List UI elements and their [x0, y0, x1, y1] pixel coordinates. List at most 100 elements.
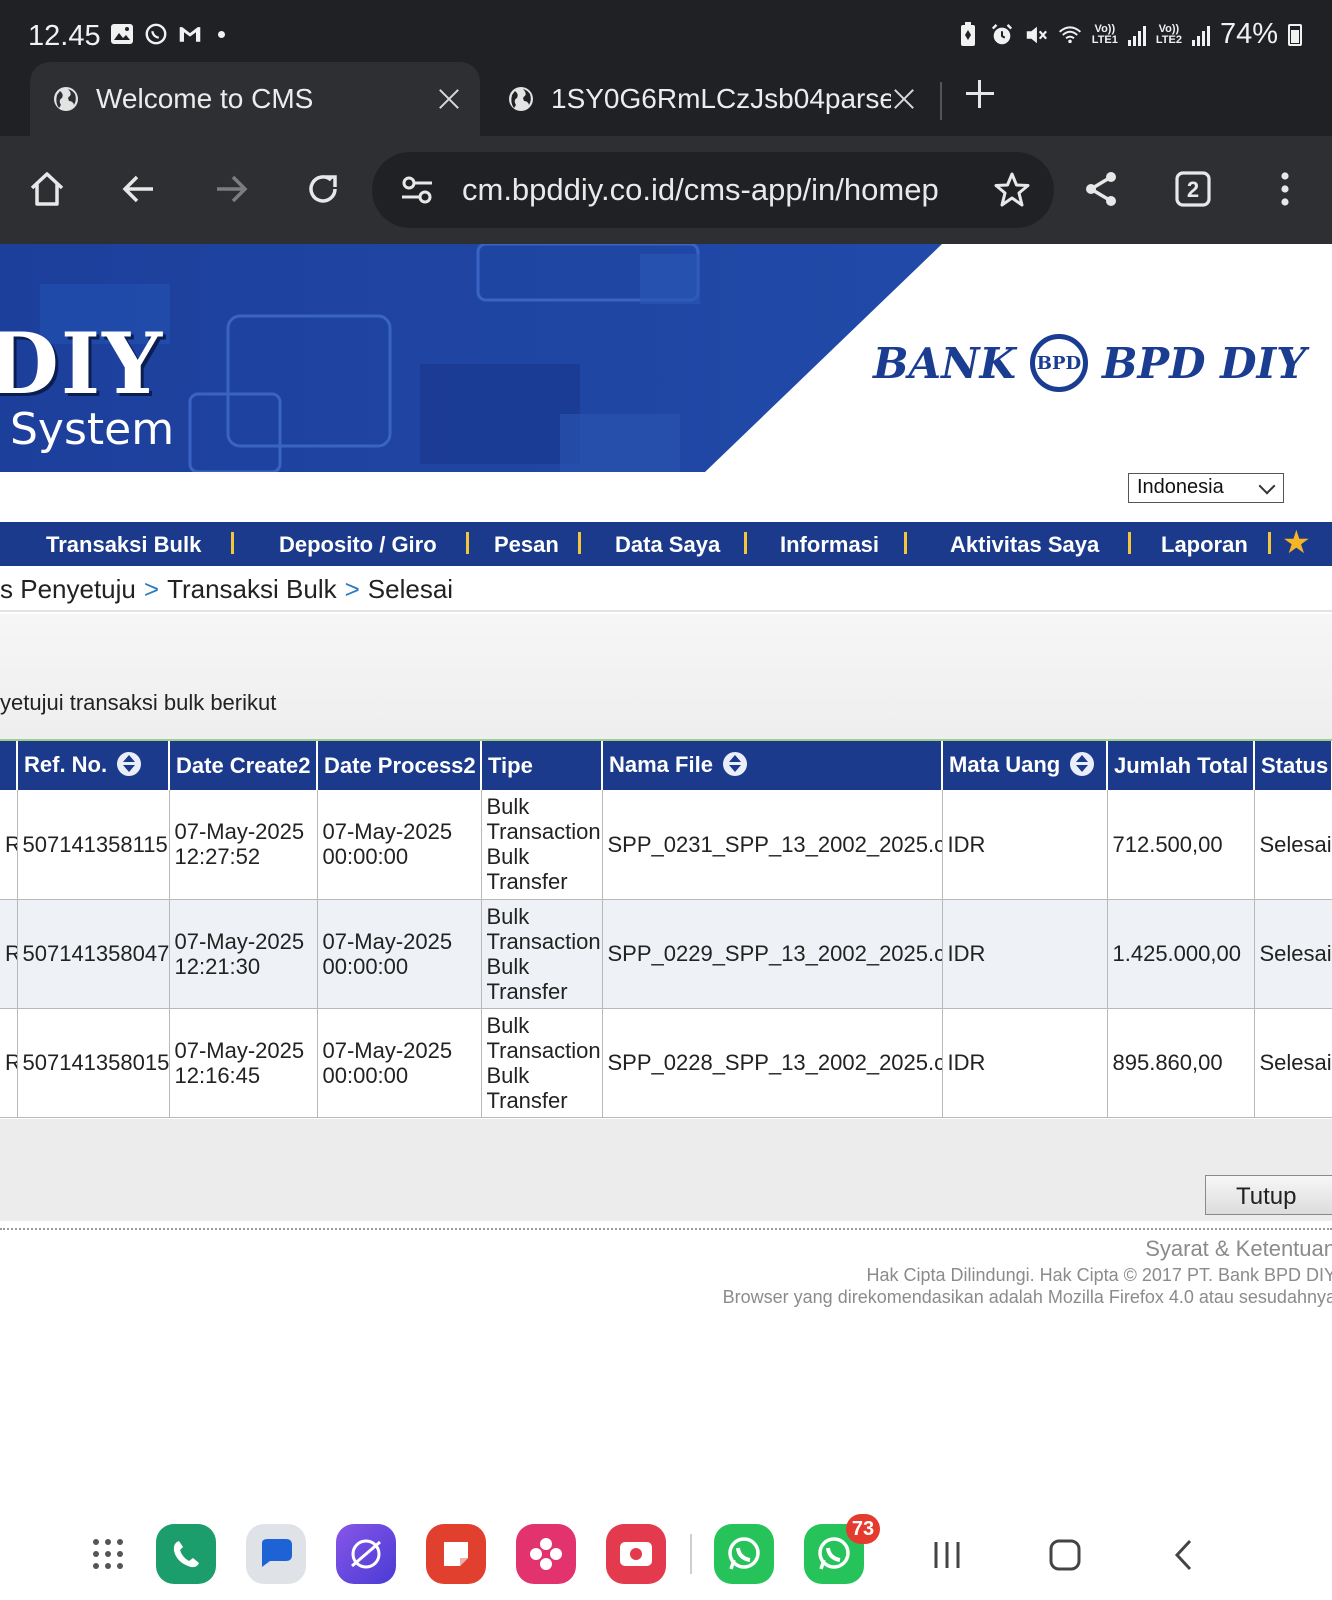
cell-jumlah-total: 712.500,00 — [1107, 790, 1255, 900]
column-header-status: Status — [1254, 741, 1332, 790]
address-bar[interactable]: cm.bpddiy.co.id/cms-app/in/homep — [372, 152, 1054, 228]
alarm-icon — [990, 23, 1014, 47]
bookmark-star-icon[interactable] — [992, 170, 1032, 210]
home-square-icon — [1049, 1539, 1081, 1571]
column-header-nama-file[interactable]: Nama File — [602, 741, 943, 790]
reload-icon — [309, 175, 337, 203]
favorite-star-icon[interactable]: ★ — [1282, 526, 1311, 558]
info-panel — [0, 614, 1332, 740]
svg-text:2: 2 — [1187, 177, 1199, 202]
sort-icon[interactable] — [117, 751, 142, 776]
close-button[interactable]: Tutup — [1205, 1175, 1332, 1215]
mute-icon — [1024, 23, 1048, 47]
new-tab-icon[interactable] — [962, 76, 998, 112]
notification-icons — [110, 22, 225, 46]
signal-icon — [1127, 24, 1146, 46]
column-header-jumlah-total: Jumlah Total — [1107, 741, 1255, 790]
gmail-icon — [178, 22, 202, 46]
url-text[interactable]: cm.bpddiy.co.id/cms-app/in/homep — [462, 172, 952, 208]
menu-separator — [578, 532, 581, 554]
menu-separator — [1128, 532, 1131, 554]
cell-ref-no: 507141358115 — [17, 790, 170, 900]
bank-name-right: BPD DIY — [1101, 338, 1307, 388]
cell-nama-file: SPP_0228_SPP_13_2002_2025.csv — [602, 1008, 943, 1118]
battery-percentage: 74% — [1219, 18, 1278, 50]
cell-tipe: Bulk Transaction Bulk Transfer — [481, 1008, 603, 1118]
terms-link[interactable]: Syarat & Ketentuan — [723, 1234, 1332, 1264]
messages-icon[interactable] — [246, 1524, 306, 1584]
main-menu: Transaksi Bulk Deposito / Giro Pesan Dat… — [0, 522, 1332, 566]
cell-status: Selesai — [1254, 790, 1332, 900]
share-icon — [1086, 172, 1116, 206]
recent-apps-button[interactable] — [930, 1538, 964, 1577]
tab-count-icon: 2 — [1175, 171, 1211, 207]
menu-laporan[interactable]: Laporan — [1161, 532, 1248, 558]
recent-apps-icon — [934, 1542, 960, 1568]
language-select[interactable]: Indonesia — [1128, 473, 1284, 503]
whatsapp-icon[interactable] — [714, 1524, 774, 1584]
column-header-ref-no[interactable]: Ref. No. — [17, 741, 170, 790]
menu-data-saya[interactable]: Data Saya — [615, 532, 720, 558]
tab-separator — [940, 82, 942, 120]
screen-recorder-icon[interactable] — [606, 1524, 666, 1584]
share-button[interactable] — [1076, 164, 1126, 214]
sim1-label: Vo)) LTE1 — [1091, 22, 1118, 46]
cell-jumlah-total: 1.425.000,00 — [1107, 899, 1255, 1009]
cell-jumlah-total: 895.860,00 — [1107, 1008, 1255, 1118]
system-subtitle: System — [10, 404, 175, 455]
bank-logo: BANK BPD BPD DIY — [873, 334, 1306, 392]
app-drawer-icon[interactable] — [78, 1524, 138, 1584]
column-header-date-create: Date Create2 — [169, 741, 318, 790]
menu-pesan[interactable]: Pesan — [494, 532, 559, 558]
breadcrumb-item: s Penyetuju — [0, 574, 136, 604]
column-header-mata-uang[interactable]: Mata Uang — [942, 741, 1108, 790]
sort-icon[interactable] — [1070, 751, 1095, 776]
table-row[interactable]: R 507141358115 07-May-2025 12:27:52 07-Ma… — [0, 790, 1332, 900]
site-settings-icon[interactable] — [400, 174, 434, 206]
forward-button[interactable] — [206, 164, 256, 214]
menu-separator — [1268, 532, 1271, 554]
breadcrumb-separator: > — [344, 574, 360, 604]
cell-nama-file: SPP_0231_SPP_13_2002_2025.csv — [602, 790, 943, 900]
menu-deposito-giro[interactable]: Deposito / Giro — [279, 532, 437, 558]
internet-icon[interactable] — [336, 1524, 396, 1584]
tab-title: 1SY0G6RmLCzJsb04parsed — [551, 83, 891, 114]
tab-parsed-file[interactable]: 1SY0G6RmLCzJsb04parsed — [485, 62, 935, 136]
sort-icon[interactable] — [722, 751, 747, 776]
tab-welcome-to-cms[interactable]: Welcome to CMS — [30, 62, 480, 136]
menu-transaksi-bulk[interactable]: Transaksi Bulk — [46, 532, 201, 558]
close-tab-icon[interactable] — [436, 86, 462, 112]
language-selected: Indonesia — [1137, 476, 1224, 498]
breadcrumb-item-current: Selesai — [367, 574, 454, 604]
menu-informasi[interactable]: Informasi — [780, 532, 879, 558]
table-header-row: Ref. No. Date Create2 Date Process2 Tipe… — [0, 741, 1332, 790]
copyright-text: Hak Cipta Dilindungi. Hak Cipta © 2017 P… — [866, 1265, 1332, 1285]
menu-separator — [904, 532, 907, 554]
gallery-icon[interactable] — [516, 1524, 576, 1584]
table-row[interactable]: R 507141358047 07-May-202512:21:30 07-Ma… — [0, 899, 1332, 1009]
home-nav-button[interactable] — [1048, 1538, 1082, 1577]
battery-saver-icon — [956, 21, 980, 47]
menu-aktivitas-saya[interactable]: Aktivitas Saya — [950, 532, 1099, 558]
menu-separator — [231, 532, 234, 554]
footer: Syarat & Ketentuan Hak Cipta Dilindungi.… — [723, 1234, 1332, 1308]
notes-icon[interactable] — [426, 1524, 486, 1584]
reload-button[interactable] — [298, 164, 348, 214]
cell-status: Selesai — [1254, 1008, 1332, 1118]
signal-icon — [1191, 24, 1210, 46]
cell-partial: R — [0, 1008, 18, 1118]
phone-icon[interactable] — [156, 1524, 216, 1584]
table-row[interactable]: R 507141358015 07-May-202512:16:45 07-Ma… — [0, 1008, 1332, 1118]
back-button[interactable] — [114, 164, 164, 214]
tab-title: Welcome to CMS — [96, 83, 314, 114]
column-header-tipe: Tipe — [481, 741, 603, 790]
cell-partial: R — [0, 899, 18, 1009]
menu-button[interactable] — [1260, 164, 1310, 214]
cell-date-create: 07-May-2025 12:21:30 — [169, 899, 318, 1009]
close-tab-icon[interactable] — [891, 86, 917, 112]
home-button[interactable] — [22, 164, 72, 214]
action-panel — [0, 1119, 1332, 1221]
tab-switcher-button[interactable]: 2 — [1168, 164, 1218, 214]
menu-separator — [744, 532, 747, 554]
back-nav-button[interactable] — [1168, 1538, 1202, 1577]
